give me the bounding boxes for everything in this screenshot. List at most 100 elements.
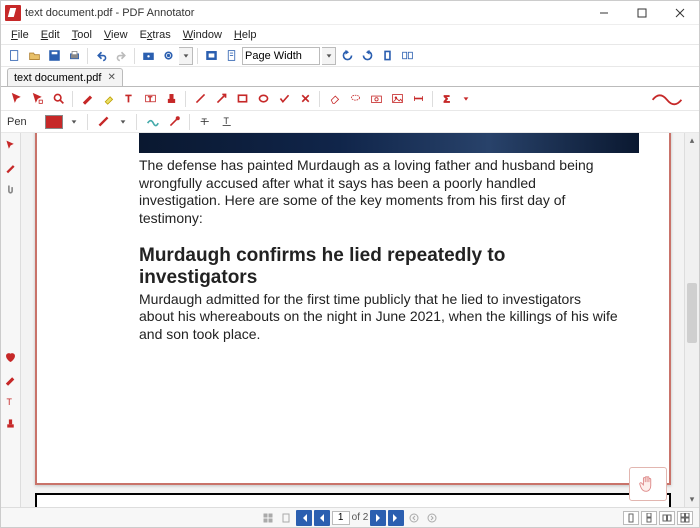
image-tool-icon[interactable] [388, 90, 406, 108]
print-icon[interactable] [65, 47, 83, 65]
page-1: The defense has painted Murdaugh as a lo… [35, 133, 671, 485]
menu-view[interactable]: View [98, 27, 134, 43]
menu-window[interactable]: Window [177, 27, 228, 43]
sidebar-pen-icon[interactable] [3, 159, 19, 175]
document-viewport[interactable]: The defense has painted Murdaugh as a lo… [21, 133, 699, 507]
last-page-button[interactable] [388, 510, 404, 526]
zoom-tool-icon[interactable] [49, 90, 67, 108]
stamp-icon[interactable] [162, 90, 180, 108]
app-window: text document.pdf - PDF Annotator File E… [0, 0, 700, 528]
scroll-down-icon[interactable]: ▾ [685, 492, 699, 507]
view-two-continuous-icon[interactable] [677, 511, 693, 525]
back-history-icon[interactable] [406, 510, 422, 526]
menu-help[interactable]: Help [228, 27, 263, 43]
document-tab[interactable]: text document.pdf ✕ [7, 68, 123, 86]
close-button[interactable] [661, 2, 699, 24]
menu-file[interactable]: File [5, 27, 35, 43]
page-nav-icon[interactable] [222, 47, 240, 65]
menu-edit[interactable]: Edit [35, 27, 66, 43]
bookmarks-icon[interactable] [278, 510, 294, 526]
view-single-icon[interactable] [623, 511, 639, 525]
redo-icon[interactable] [112, 47, 130, 65]
thumbnails-icon[interactable] [260, 510, 276, 526]
view-two-page-icon[interactable] [659, 511, 675, 525]
lasso-icon[interactable] [346, 90, 364, 108]
scroll-up-icon[interactable]: ▴ [685, 133, 699, 148]
line-icon[interactable] [191, 90, 209, 108]
rotate-right-icon[interactable] [358, 47, 376, 65]
embedded-image [139, 133, 639, 153]
document-tab-label: text document.pdf [14, 72, 101, 84]
minimize-button[interactable] [585, 2, 623, 24]
select-text-icon[interactable] [28, 90, 46, 108]
maximize-button[interactable] [623, 2, 661, 24]
next-page-button[interactable] [370, 510, 386, 526]
toolbox-dropdown[interactable] [179, 47, 193, 65]
textbox-icon[interactable]: T [141, 90, 159, 108]
pen-color-chip[interactable] [45, 115, 63, 129]
svg-text:Σ: Σ [443, 94, 450, 105]
rotate-left-icon[interactable] [338, 47, 356, 65]
page-number-input[interactable] [332, 511, 350, 525]
arrow-icon[interactable] [212, 90, 230, 108]
menu-tool[interactable]: Tool [66, 27, 98, 43]
open-icon[interactable] [25, 47, 43, 65]
new-doc-icon[interactable] [5, 47, 23, 65]
zoom-select[interactable] [242, 47, 320, 65]
checkmark-icon[interactable] [275, 90, 293, 108]
fit-width-icon[interactable] [202, 47, 220, 65]
sidebar-clip-icon[interactable] [3, 181, 19, 197]
prev-page-button[interactable] [314, 510, 330, 526]
sidebar-brush-icon[interactable] [3, 371, 19, 387]
zoom-dropdown[interactable] [322, 47, 336, 65]
underline-icon[interactable]: T [218, 113, 236, 131]
close-tab-icon[interactable]: ✕ [107, 72, 115, 83]
eraser-icon[interactable] [325, 90, 343, 108]
main-toolbar [1, 45, 699, 67]
first-page-button[interactable] [296, 510, 312, 526]
pen-pressure-icon[interactable] [165, 113, 183, 131]
pen-width-icon[interactable] [94, 113, 112, 131]
menu-bar: File Edit Tool View Extras Window Help [1, 25, 699, 45]
pen-color-dropdown[interactable] [67, 113, 81, 131]
strikethrough-icon[interactable]: T [196, 113, 214, 131]
view-continuous-icon[interactable] [641, 511, 657, 525]
svg-text:T: T [125, 94, 131, 105]
sidebar-stamp-icon[interactable] [3, 415, 19, 431]
sidebar-favorite-icon[interactable] [3, 349, 19, 365]
layout-single-icon[interactable] [378, 47, 396, 65]
snapshot-icon[interactable] [139, 47, 157, 65]
ellipse-icon[interactable] [254, 90, 272, 108]
pen-icon[interactable] [78, 90, 96, 108]
side-toolbox: T [1, 133, 21, 507]
separator [319, 91, 320, 107]
document-tab-bar: text document.pdf ✕ [1, 67, 699, 87]
measure-icon[interactable] [409, 90, 427, 108]
separator [432, 91, 433, 107]
pan-hand-button[interactable] [629, 467, 667, 501]
vertical-scrollbar[interactable]: ▴ ▾ [684, 133, 699, 507]
text-tool-icon[interactable]: T [120, 90, 138, 108]
forward-history-icon[interactable] [424, 510, 440, 526]
cross-icon[interactable] [296, 90, 314, 108]
sigma-dropdown[interactable] [459, 90, 473, 108]
pen-style-icon[interactable] [143, 113, 161, 131]
undo-icon[interactable] [92, 47, 110, 65]
app-icon [5, 5, 21, 21]
scroll-thumb[interactable] [687, 283, 697, 343]
marker-icon[interactable] [99, 90, 117, 108]
menu-extras[interactable]: Extras [134, 27, 177, 43]
sigma-icon[interactable]: Σ [438, 90, 456, 108]
layout-two-icon[interactable] [398, 47, 416, 65]
sidebar-cursor-icon[interactable] [3, 137, 19, 153]
gear-icon[interactable] [159, 47, 177, 65]
save-icon[interactable] [45, 47, 63, 65]
separator [189, 114, 190, 130]
camera-icon[interactable] [367, 90, 385, 108]
select-icon[interactable] [7, 90, 25, 108]
rect-icon[interactable] [233, 90, 251, 108]
separator [134, 48, 135, 64]
sidebar-text-icon[interactable]: T [3, 393, 19, 409]
page-2-peek [35, 493, 671, 507]
pen-width-dropdown[interactable] [116, 113, 130, 131]
